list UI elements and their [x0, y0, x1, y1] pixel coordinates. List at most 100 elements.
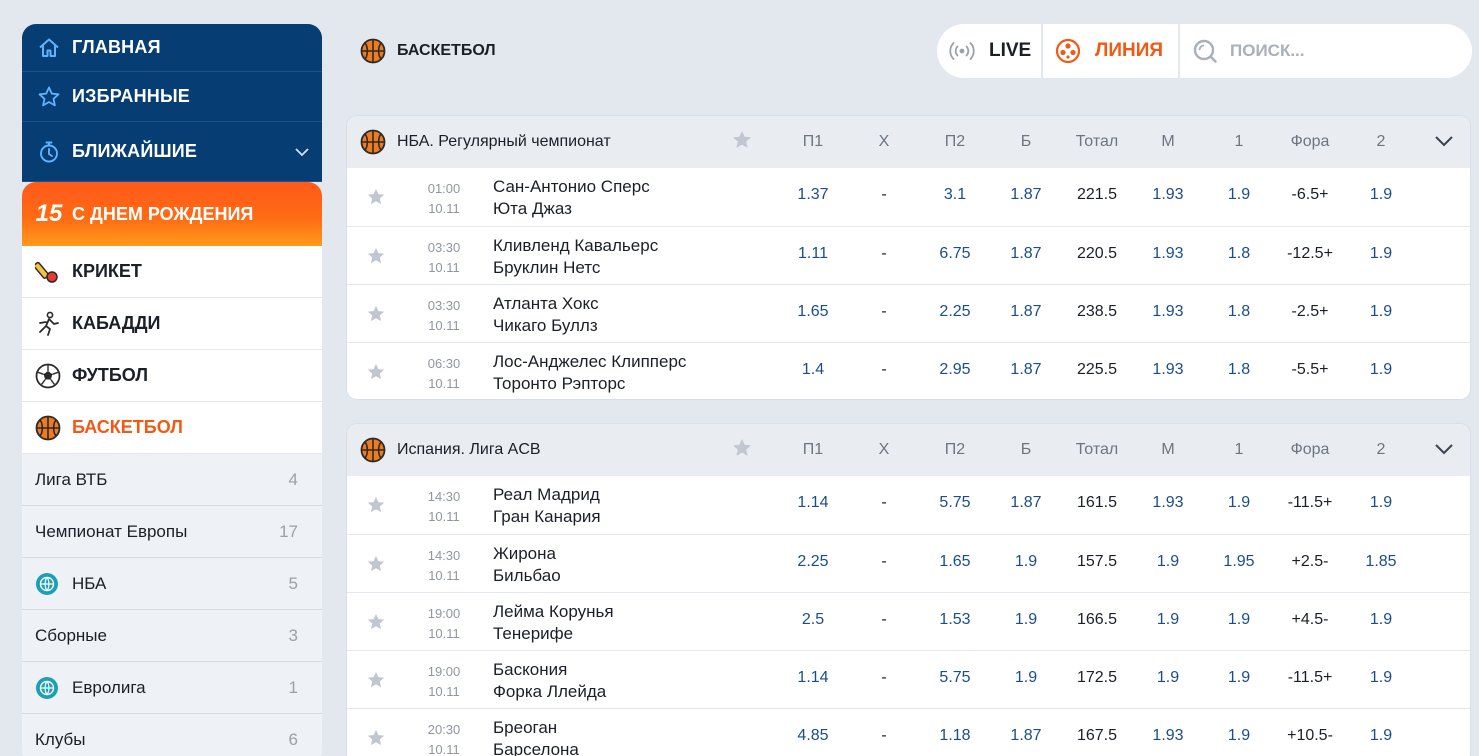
sidebar-league-euroleague[interactable]: Евролига 1	[22, 662, 322, 714]
odd-under[interactable]: 1.93	[1138, 494, 1198, 512]
sidebar-item-cricket[interactable]: КРИКЕТ	[22, 246, 322, 298]
sidebar-item-home[interactable]: ГЛАВНАЯ	[22, 24, 322, 72]
odd-x[interactable]: -	[854, 186, 914, 204]
odd-handicap-2[interactable]: 1.85	[1351, 553, 1411, 571]
odd-under[interactable]: 1.93	[1138, 245, 1198, 263]
favorite-star-icon[interactable]	[366, 187, 386, 207]
odd-x[interactable]: -	[854, 727, 914, 745]
odd-p2[interactable]: 2.25	[925, 303, 985, 321]
odd-handicap-2[interactable]: 1.9	[1351, 727, 1411, 745]
favorite-star-icon[interactable]	[366, 495, 386, 515]
chevron-down-icon[interactable]	[1434, 442, 1454, 456]
odd-handicap-1[interactable]: 1.9	[1209, 669, 1269, 687]
odd-under[interactable]: 1.93	[1138, 303, 1198, 321]
odd-over[interactable]: 1.87	[996, 361, 1056, 379]
sidebar-item-football[interactable]: ФУТБОЛ	[22, 350, 322, 402]
sidebar-league-national-teams[interactable]: Сборные 3	[22, 610, 322, 662]
odd-handicap-1[interactable]: 1.9	[1209, 611, 1269, 629]
odd-handicap-1[interactable]: 1.9	[1209, 494, 1269, 512]
favorite-star-icon[interactable]	[731, 437, 753, 459]
match-teams[interactable]: Лос-Анджелес Клипперс Торонто Рэпторс	[493, 351, 686, 395]
sidebar-league-vtb[interactable]: Лига ВТБ 4	[22, 454, 322, 506]
odd-p2[interactable]: 6.75	[925, 245, 985, 263]
favorite-star-icon[interactable]	[366, 362, 386, 382]
match-teams[interactable]: Сан-Антонио Сперс Юта Джаз	[493, 176, 650, 220]
odd-under[interactable]: 1.9	[1138, 669, 1198, 687]
odd-p1[interactable]: 2.25	[783, 553, 843, 571]
odd-over[interactable]: 1.87	[996, 303, 1056, 321]
line-button[interactable]: ЛИНИЯ	[1043, 24, 1180, 78]
match-teams[interactable]: Лейма Корунья Тенерифе	[493, 601, 614, 645]
odd-over[interactable]: 1.9	[996, 611, 1056, 629]
odd-p2[interactable]: 5.75	[925, 669, 985, 687]
odd-under[interactable]: 1.9	[1138, 553, 1198, 571]
odd-handicap-2[interactable]: 1.9	[1351, 245, 1411, 263]
odd-x[interactable]: -	[854, 611, 914, 629]
odd-p1[interactable]: 1.65	[783, 303, 843, 321]
sidebar-league-euro-championship[interactable]: Чемпионат Европы 17	[22, 506, 322, 558]
odd-p2[interactable]: 3.1	[925, 186, 985, 204]
odd-p1[interactable]: 1.37	[783, 186, 843, 204]
odd-p1[interactable]: 1.14	[783, 669, 843, 687]
odd-x[interactable]: -	[854, 494, 914, 512]
odd-p2[interactable]: 1.18	[925, 727, 985, 745]
sidebar-league-nba[interactable]: НБА 5	[22, 558, 322, 610]
odd-over[interactable]: 1.87	[996, 494, 1056, 512]
match-teams[interactable]: Жирона Бильбао	[493, 543, 561, 587]
odd-x[interactable]: -	[854, 245, 914, 263]
sidebar-item-birthday[interactable]: 15 С ДНЕМ РОЖДЕНИЯ	[22, 182, 322, 246]
odd-over[interactable]: 1.9	[996, 669, 1056, 687]
sidebar-item-kabaddi[interactable]: КАБАДДИ	[22, 298, 322, 350]
favorite-star-icon[interactable]	[731, 129, 753, 151]
odd-x[interactable]: -	[854, 303, 914, 321]
chevron-down-icon[interactable]	[1434, 134, 1454, 148]
odd-handicap-2[interactable]: 1.9	[1351, 669, 1411, 687]
odd-p1[interactable]: 2.5	[783, 611, 843, 629]
odd-p2[interactable]: 5.75	[925, 494, 985, 512]
odd-x[interactable]: -	[854, 669, 914, 687]
favorite-star-icon[interactable]	[366, 304, 386, 324]
favorite-star-icon[interactable]	[366, 728, 386, 748]
odd-handicap-1[interactable]: 1.8	[1209, 361, 1269, 379]
match-teams[interactable]: Бреоган Барселона	[493, 717, 579, 756]
odd-p1[interactable]: 1.14	[783, 494, 843, 512]
odd-handicap-2[interactable]: 1.9	[1351, 494, 1411, 512]
live-button[interactable]: LIVE	[937, 24, 1043, 78]
odd-handicap-1[interactable]: 1.8	[1209, 245, 1269, 263]
odd-under[interactable]: 1.9	[1138, 611, 1198, 629]
favorite-star-icon[interactable]	[366, 554, 386, 574]
favorite-star-icon[interactable]	[366, 670, 386, 690]
sidebar-item-favorites[interactable]: ИЗБРАННЫЕ	[22, 72, 322, 122]
sidebar-league-clubs[interactable]: Клубы 6	[22, 714, 322, 756]
odd-p1[interactable]: 4.85	[783, 727, 843, 745]
search-box[interactable]	[1180, 24, 1472, 78]
odd-under[interactable]: 1.93	[1138, 186, 1198, 204]
odd-over[interactable]: 1.87	[996, 727, 1056, 745]
odd-p1[interactable]: 1.11	[783, 245, 843, 263]
odd-p2[interactable]: 2.95	[925, 361, 985, 379]
odd-handicap-2[interactable]: 1.9	[1351, 186, 1411, 204]
odd-p2[interactable]: 1.65	[925, 553, 985, 571]
search-input[interactable]	[1230, 41, 1410, 61]
chevron-down-icon[interactable]	[294, 142, 310, 163]
odd-under[interactable]: 1.93	[1138, 727, 1198, 745]
match-teams[interactable]: Атланта Хокс Чикаго Буллз	[493, 293, 599, 337]
odd-over[interactable]: 1.87	[996, 245, 1056, 263]
sidebar-item-upcoming[interactable]: БЛИЖАЙШИЕ	[22, 122, 322, 182]
odd-p1[interactable]: 1.4	[783, 361, 843, 379]
odd-under[interactable]: 1.93	[1138, 361, 1198, 379]
odd-handicap-1[interactable]: 1.9	[1209, 727, 1269, 745]
favorite-star-icon[interactable]	[366, 246, 386, 266]
odd-handicap-2[interactable]: 1.9	[1351, 303, 1411, 321]
odd-x[interactable]: -	[854, 361, 914, 379]
sidebar-item-basketball[interactable]: БАСКЕТБОЛ	[22, 402, 322, 454]
odd-handicap-1[interactable]: 1.8	[1209, 303, 1269, 321]
odd-handicap-2[interactable]: 1.9	[1351, 611, 1411, 629]
odd-p2[interactable]: 1.53	[925, 611, 985, 629]
odd-over[interactable]: 1.9	[996, 553, 1056, 571]
odd-x[interactable]: -	[854, 553, 914, 571]
odd-handicap-1[interactable]: 1.95	[1209, 553, 1269, 571]
match-teams[interactable]: Реал Мадрид Гран Канария	[493, 484, 601, 528]
odd-handicap-1[interactable]: 1.9	[1209, 186, 1269, 204]
match-teams[interactable]: Кливленд Кавальерс Бруклин Нетс	[493, 235, 658, 279]
